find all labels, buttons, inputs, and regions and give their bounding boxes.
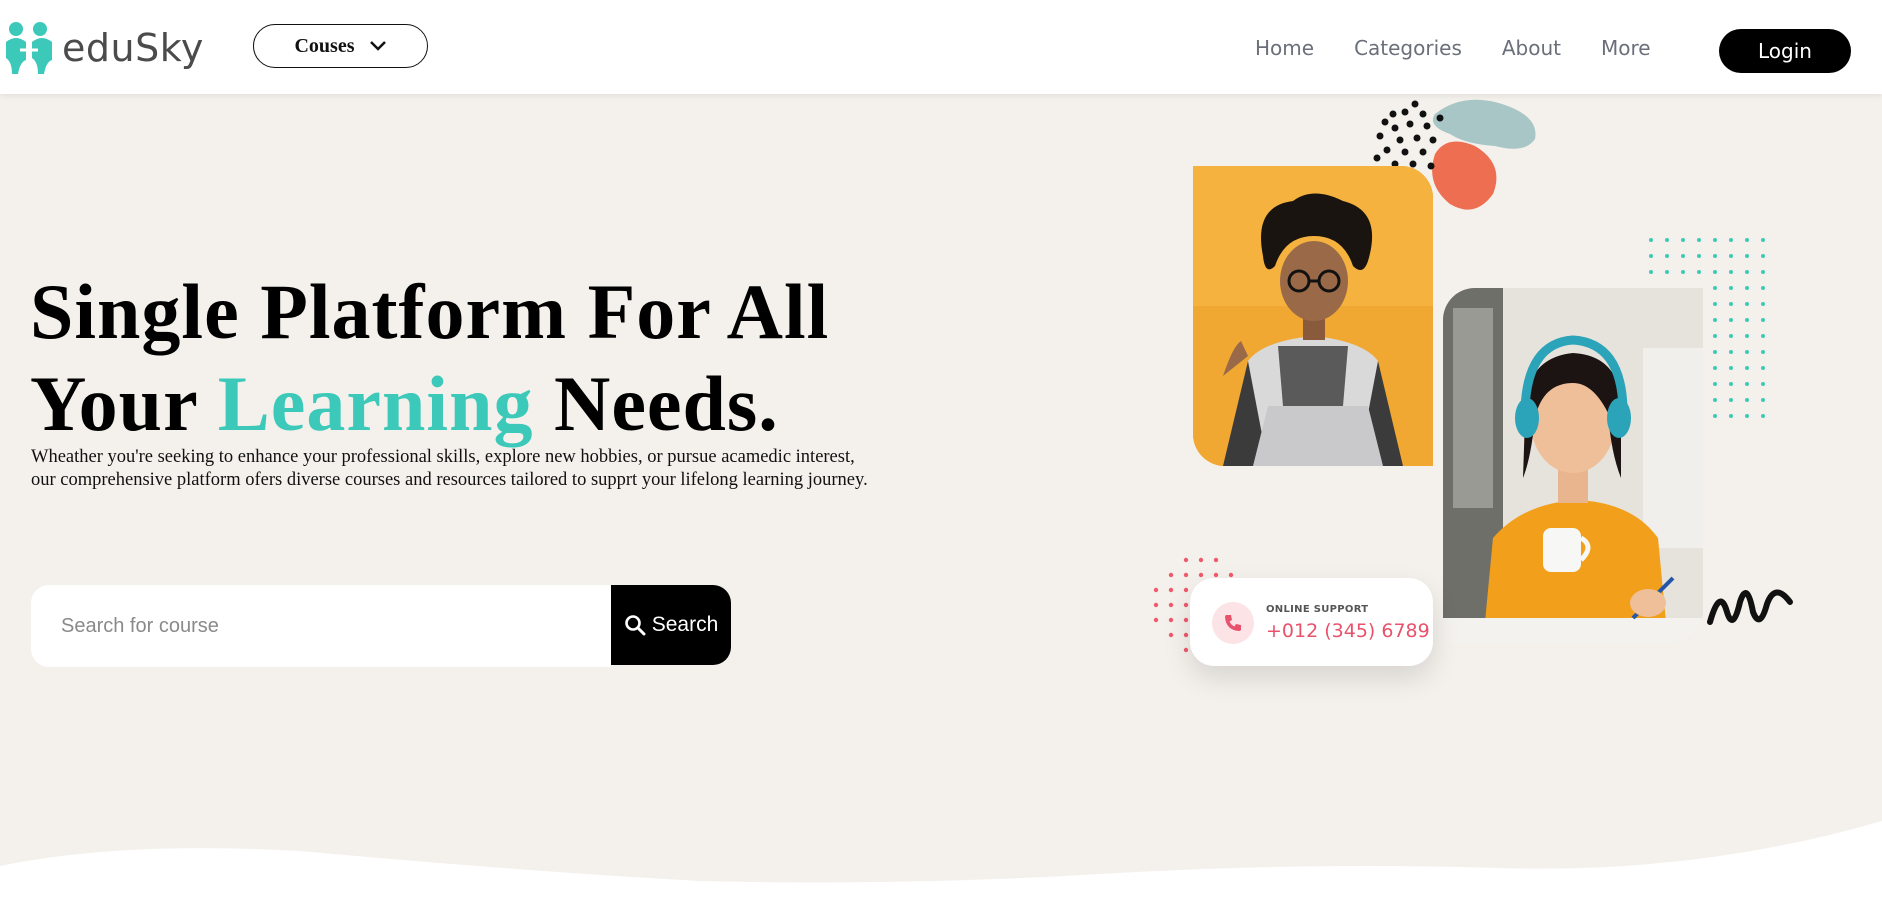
hero-title-line2-end: Needs.	[533, 360, 779, 447]
hero-title-line2-start: Your	[30, 360, 218, 447]
hero-description: Wheather you're seeking to enhance your …	[31, 447, 868, 490]
student-photo-man	[1193, 166, 1433, 466]
search-button-label: Search	[651, 613, 719, 636]
search-input[interactable]	[31, 585, 611, 667]
nav-more[interactable]: More	[1601, 36, 1651, 60]
squiggle-decoration	[1707, 589, 1793, 625]
logo-people-icon	[6, 22, 52, 74]
hero-section: Single Platform For All Your Learning Ne…	[0, 94, 1882, 906]
chevron-down-icon	[369, 41, 386, 51]
support-phone-number[interactable]: +012 (345) 6789	[1266, 620, 1430, 642]
nav-categories[interactable]: Categories	[1354, 36, 1462, 60]
courses-label: Couses	[294, 34, 355, 57]
brand-name: eduSky	[62, 26, 204, 70]
search-button[interactable]: Search	[611, 585, 731, 665]
hero-title-line1: Single Platform For All	[30, 268, 830, 355]
support-label: ONLINE SUPPORT	[1266, 604, 1369, 615]
navbar: eduSky Couses Home Categories About More…	[0, 0, 1882, 94]
phone-icon-badge	[1212, 602, 1254, 644]
online-support-card[interactable]: ONLINE SUPPORT +012 (345) 6789	[1190, 578, 1433, 666]
login-button[interactable]: Login	[1719, 29, 1851, 73]
nav-home[interactable]: Home	[1255, 36, 1314, 60]
woman-illustration	[1443, 288, 1703, 643]
nav-about[interactable]: About	[1502, 36, 1561, 60]
course-search-bar: Search	[31, 585, 731, 667]
brand-logo[interactable]: eduSky	[2, 20, 204, 76]
student-photo-woman	[1443, 288, 1703, 643]
main-nav: Home Categories About More	[1255, 36, 1691, 60]
bottom-wave	[0, 821, 1882, 906]
man-illustration	[1193, 166, 1433, 466]
search-icon	[624, 615, 646, 636]
hero-title: Single Platform For All Your Learning Ne…	[30, 266, 829, 450]
hero-title-accent: Learning	[217, 360, 534, 447]
courses-dropdown[interactable]: Couses	[253, 24, 428, 68]
phone-icon	[1225, 615, 1241, 631]
